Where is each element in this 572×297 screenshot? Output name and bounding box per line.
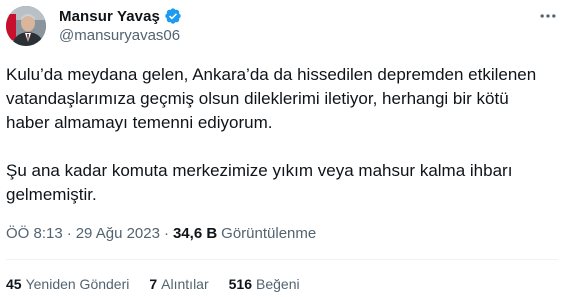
quotes-stat[interactable]: 7 Alıntılar [149,276,208,292]
likes-count: 516 [228,276,252,292]
views-count: 34,6 B [172,225,218,242]
avatar-image [6,6,46,46]
more-options-icon[interactable] [538,6,558,26]
quotes-count: 7 [149,276,158,292]
avatar[interactable] [6,6,46,46]
retweets-stat[interactable]: 45 Yeniden Gönderi [6,276,129,292]
author-display-name[interactable]: Mansur Yavaş [59,8,160,25]
retweets-count: 45 [6,276,22,292]
retweets-label: Yeniden Gönderi [25,276,130,292]
tweet-time[interactable]: ÖÖ 8:13 [6,225,63,242]
meta-separator: · [163,225,169,242]
likes-label: Beğeni [256,276,300,292]
verified-badge-icon [164,7,182,25]
tweet-paragraph: Şu ana kadar komuta merkezimize yıkım ve… [6,161,513,204]
author-name-row: Mansur Yavaş [59,6,182,26]
engagement-stats: 45 Yeniden Gönderi 7 Alıntılar 516 Beğen… [6,276,320,292]
divider [6,259,558,260]
meta-separator: · [66,225,72,242]
tweet-card: Mansur Yavaş @mansuryavas06 Kulu’da meyd… [0,0,572,297]
tweet-text: Kulu’da meydana gelen, Ankara’da da hiss… [6,63,546,207]
likes-stat[interactable]: 516 Beğeni [229,276,300,292]
tweet-date[interactable]: 29 Ağu 2023 [76,225,160,242]
quotes-label: Alıntılar [161,276,209,292]
views-label: Görüntülenme [221,225,317,242]
tweet-paragraph: Kulu’da meydana gelen, Ankara’da da hiss… [6,65,537,132]
author-handle[interactable]: @mansuryavas06 [59,27,180,44]
tweet-meta: ÖÖ 8:13 · 29 Ağu 2023 · 34,6 B Görüntüle… [6,225,316,242]
